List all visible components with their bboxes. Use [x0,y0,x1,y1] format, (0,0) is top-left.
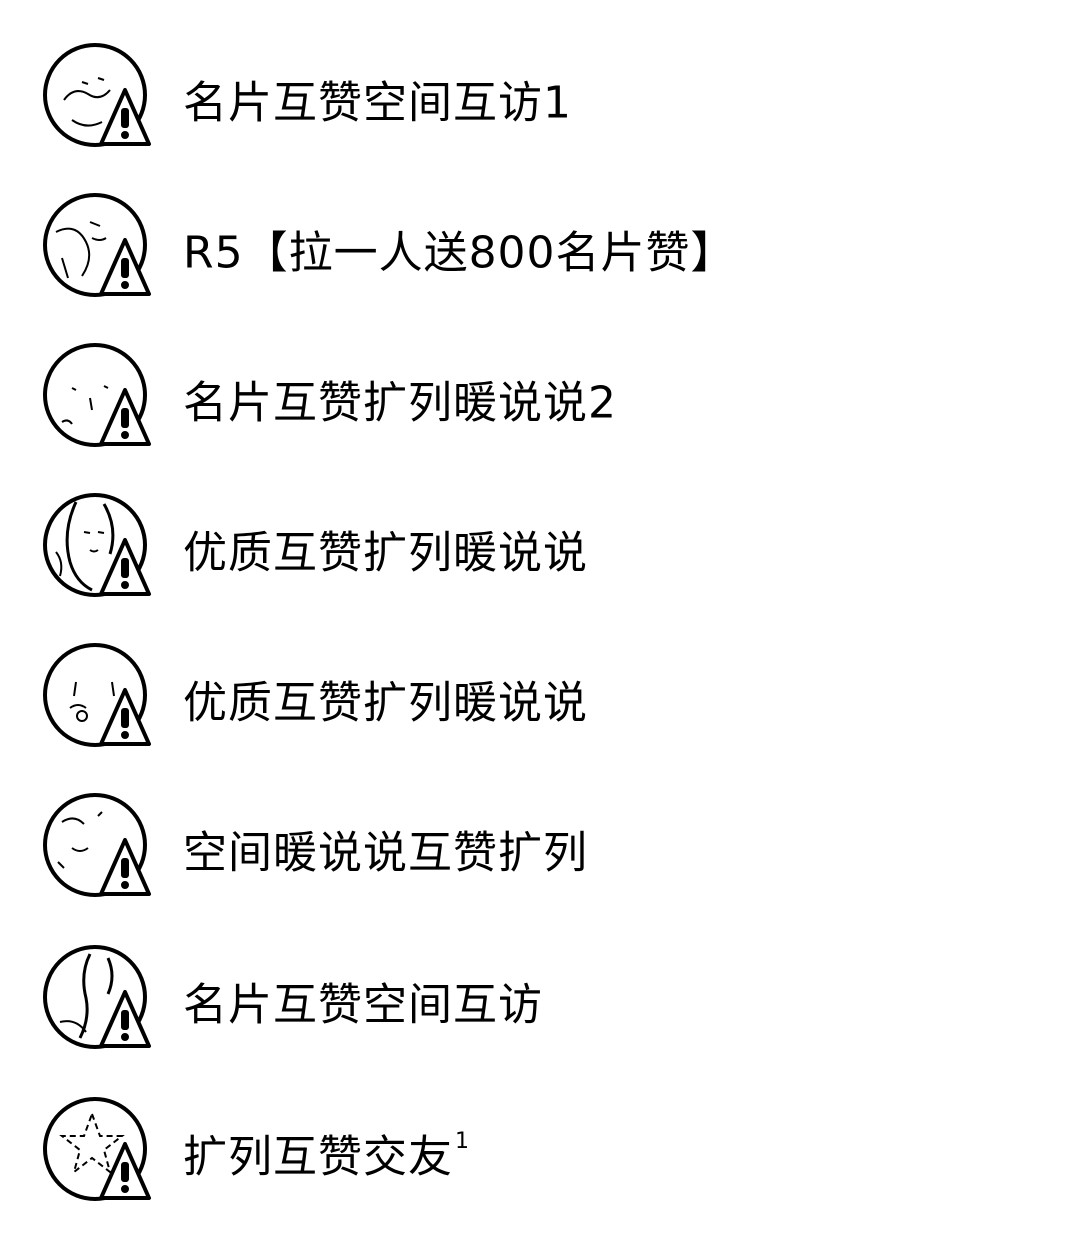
list-item[interactable]: 名片互赞空间互访1 [0,42,1080,172]
list-item[interactable]: 扩列互赞交友1 [0,1096,1080,1226]
list-item[interactable]: 空间暖说说互赞扩列 [0,792,1080,922]
group-avatar [42,944,151,1052]
group-avatar [42,342,151,450]
group-name: 名片互赞空间互访 [183,979,543,1031]
list-item[interactable]: R5【拉一人送800名片赞】 [0,192,1080,322]
list-item[interactable]: 优质互赞扩列暖说说 [0,642,1080,772]
list-item[interactable]: 名片互赞扩列暖说说2 [0,342,1080,472]
group-avatar [42,792,151,900]
group-avatar [42,42,151,150]
group-name: 名片互赞空间互访1 [183,77,572,129]
group-name: 扩列互赞交友1 [183,1129,470,1183]
group-avatar [42,192,151,300]
group-avatar [42,492,151,600]
group-name: R5【拉一人送800名片赞】 [183,227,736,279]
group-avatar [42,642,151,750]
group-name: 优质互赞扩列暖说说 [183,677,588,729]
unread-count: 1 [455,1129,470,1154]
list-item[interactable]: 优质互赞扩列暖说说 [0,492,1080,622]
group-list: 名片互赞空间互访1 R5【拉一人送800名片赞】 名片互赞扩列暖说说2 优质互赞… [0,0,1080,1243]
group-name: 名片互赞扩列暖说说2 [183,377,617,429]
group-name: 空间暖说说互赞扩列 [183,827,588,879]
group-avatar [42,1096,151,1204]
group-name: 优质互赞扩列暖说说 [183,527,588,579]
list-item[interactable]: 名片互赞空间互访 [0,944,1080,1074]
